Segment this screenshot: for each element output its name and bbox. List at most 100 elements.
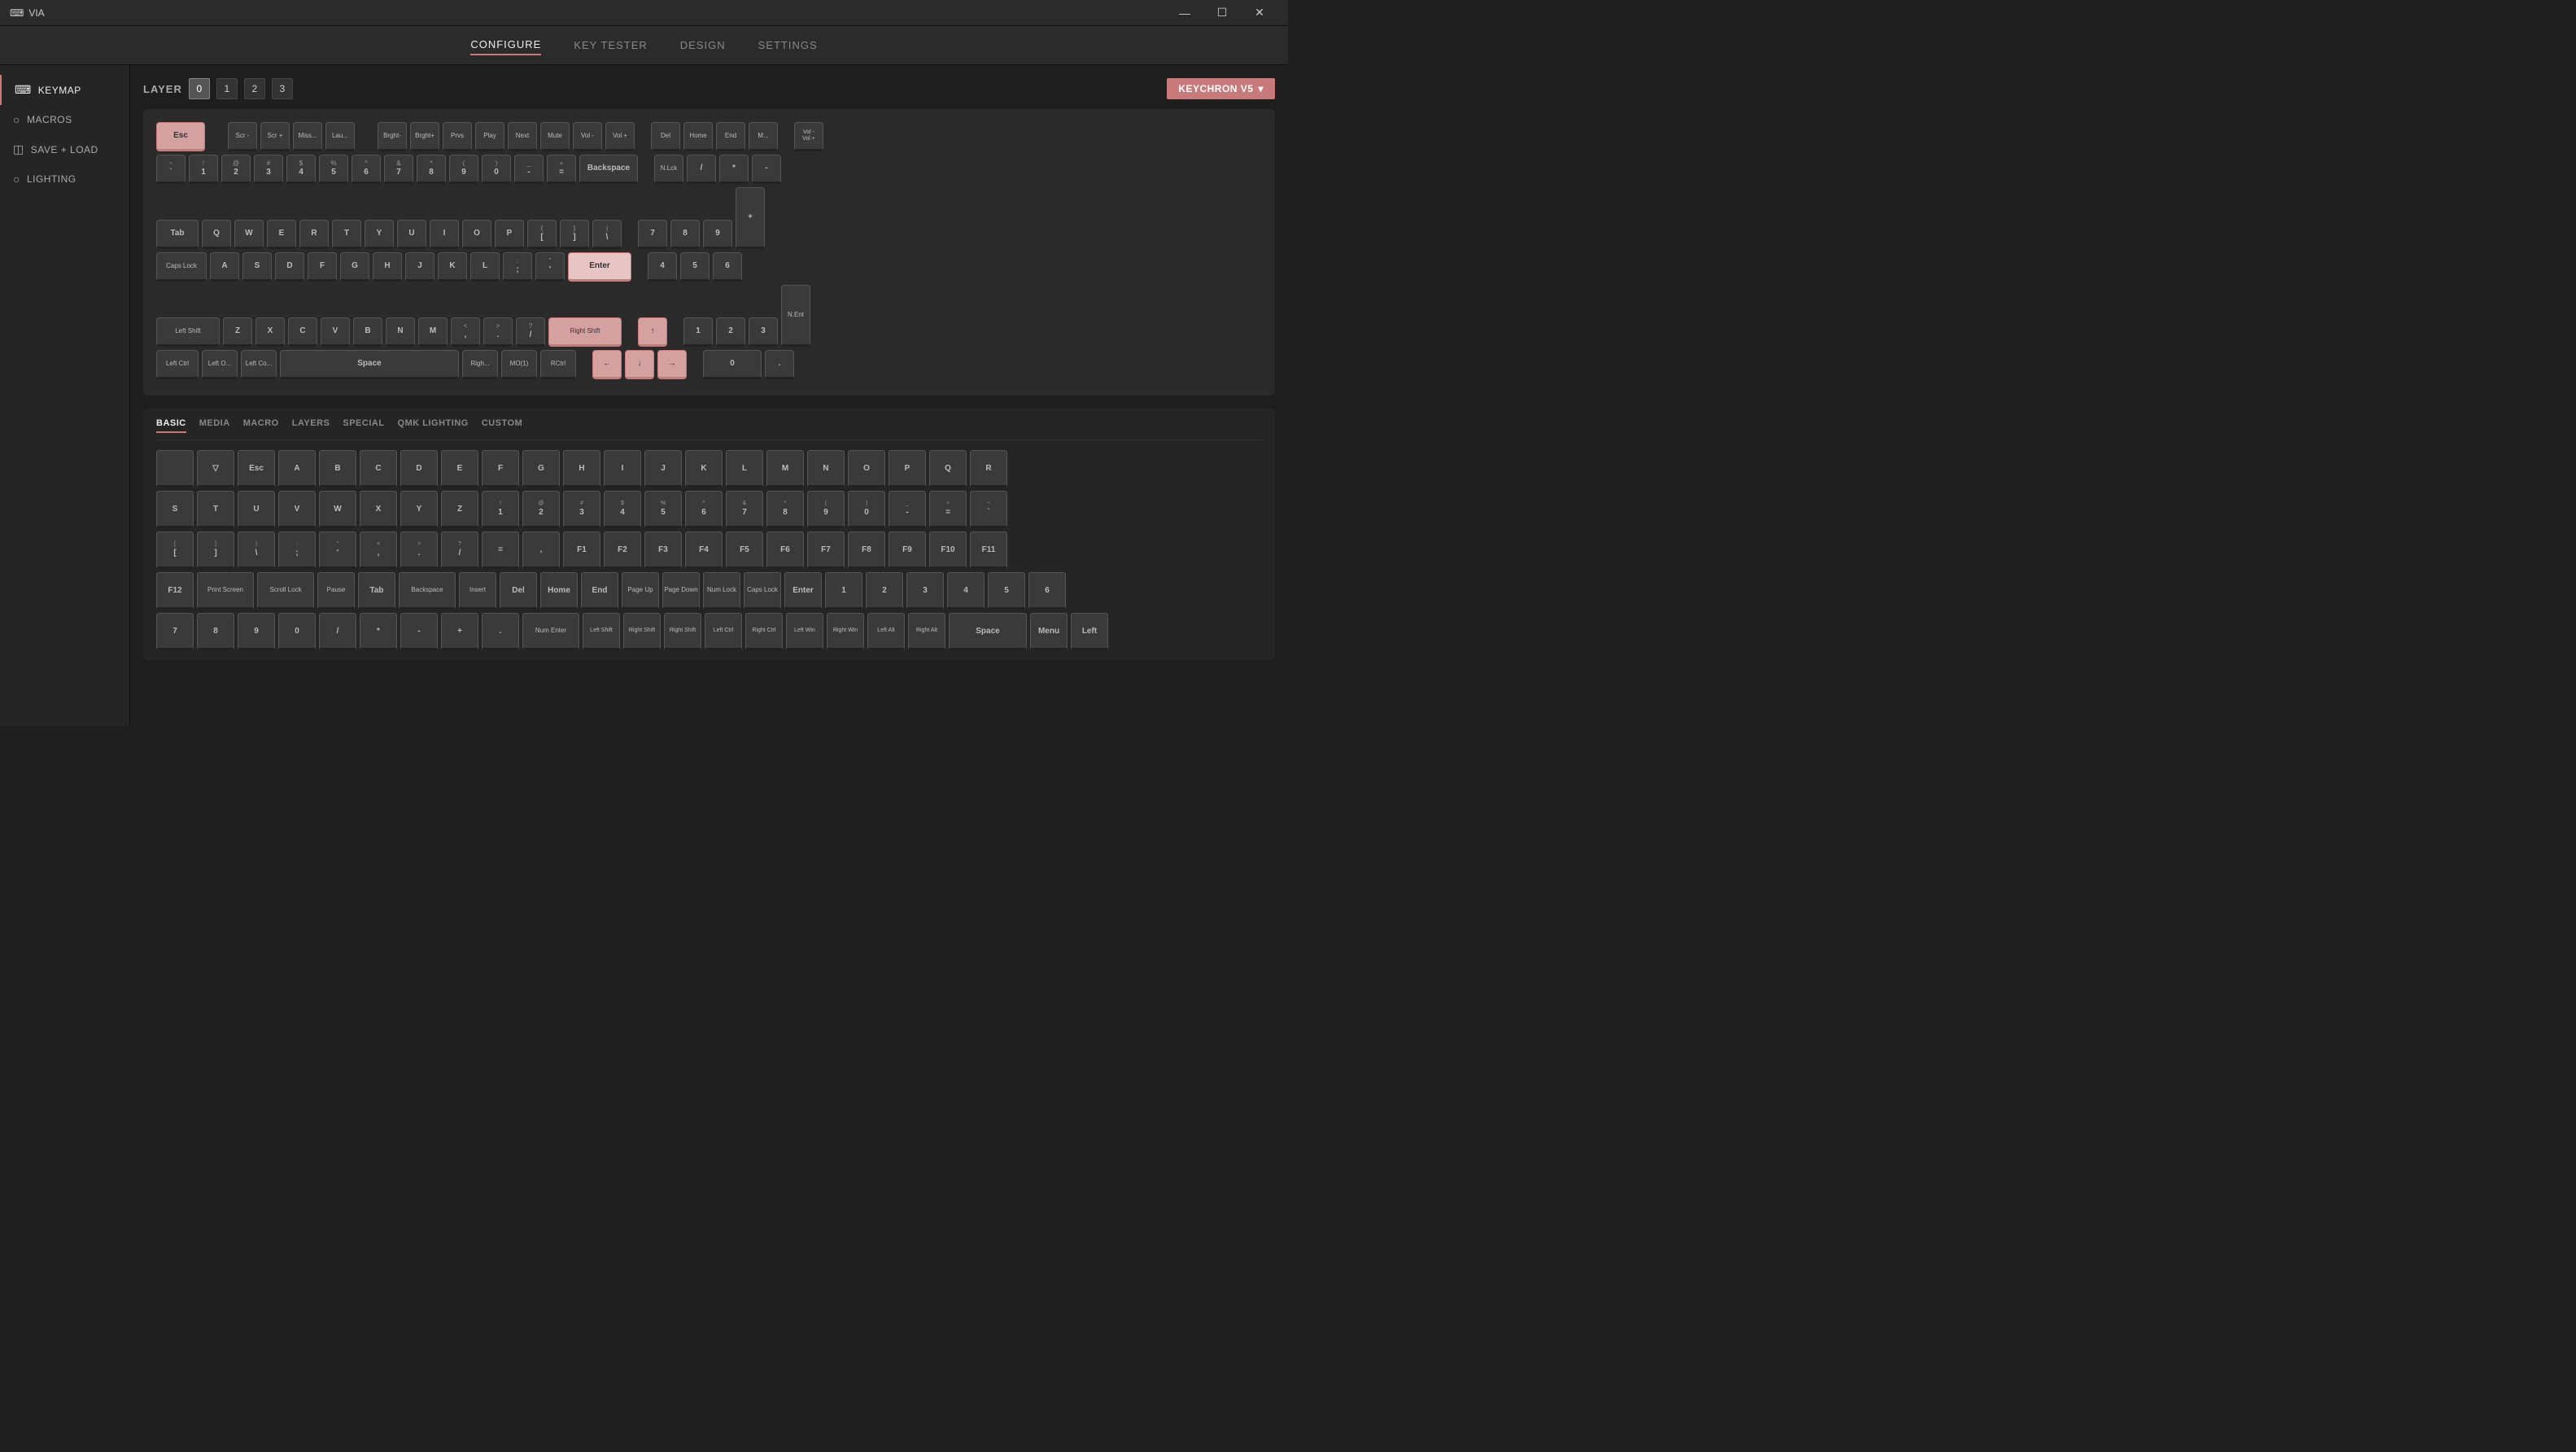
picker-key-space[interactable]: Space	[949, 613, 1027, 650]
picker-key-w[interactable]: W	[319, 491, 356, 528]
picker-key-caps-lock[interactable]: Caps Lock	[744, 572, 781, 610]
key-l[interactable]: L	[470, 252, 500, 282]
maximize-button[interactable]: ☐	[1203, 0, 1241, 26]
picker-key-i[interactable]: I	[604, 450, 641, 488]
picker-key-equal[interactable]: +=	[929, 491, 967, 528]
nav-design[interactable]: DESIGN	[680, 36, 726, 55]
picker-key-left-shift[interactable]: Left Shift	[583, 613, 620, 650]
key-t[interactable]: T	[332, 220, 361, 249]
picker-key-0[interactable]: )0	[848, 491, 885, 528]
picker-key-esc[interactable]: Esc	[238, 450, 275, 488]
key-del-fn[interactable]: Del	[651, 122, 680, 151]
key-left-ctrl[interactable]: Left Ctrl	[156, 350, 199, 379]
key-rbracket[interactable]: }]	[560, 220, 589, 249]
picker-nav-layers[interactable]: LAYERS	[292, 418, 330, 433]
picker-key-8[interactable]: *8	[766, 491, 804, 528]
key-np-minus[interactable]: -	[752, 155, 781, 184]
key-scr-minus[interactable]: Scr -	[228, 122, 257, 151]
key-scr-plus[interactable]: Scr +	[260, 122, 290, 151]
picker-key-p[interactable]: P	[889, 450, 926, 488]
picker-nav-qmk-lighting[interactable]: QMK LIGHTING	[398, 418, 469, 433]
key-equal[interactable]: +=	[547, 155, 576, 184]
key-f[interactable]: F	[308, 252, 337, 282]
key-brght-plus[interactable]: Brght+	[410, 122, 439, 151]
key-0[interactable]: )0	[482, 155, 511, 184]
picker-key-1[interactable]: !1	[482, 491, 519, 528]
sidebar-item-save-load[interactable]: ◫ SAVE + LOAD	[0, 134, 129, 164]
picker-key-n9[interactable]: 9	[238, 613, 275, 650]
sidebar-item-keymap[interactable]: ⌨ KEYMAP	[0, 75, 129, 105]
picker-key-u[interactable]: U	[238, 491, 275, 528]
key-x[interactable]: X	[255, 317, 285, 347]
picker-key-right-ctrl[interactable]: Right Ctrl	[745, 613, 783, 650]
picker-key-enter[interactable]: Enter	[784, 572, 822, 610]
key-minus[interactable]: _-	[514, 155, 544, 184]
layer-btn-3[interactable]: 3	[272, 78, 293, 99]
picker-key-f6[interactable]: F6	[766, 531, 804, 569]
key-d[interactable]: D	[275, 252, 304, 282]
picker-key-3[interactable]: #3	[563, 491, 600, 528]
key-np6[interactable]: 6	[713, 252, 742, 282]
key-period[interactable]: >.	[483, 317, 513, 347]
picker-key-h[interactable]: H	[563, 450, 600, 488]
key-left-os[interactable]: Left O...	[202, 350, 238, 379]
key-vol-plus[interactable]: Vol +	[605, 122, 635, 151]
key-miss[interactable]: Miss...	[293, 122, 322, 151]
key-np2[interactable]: 2	[716, 317, 745, 347]
picker-key-s[interactable]: S	[156, 491, 194, 528]
key-down-arrow[interactable]: ↓	[625, 350, 654, 379]
key-a[interactable]: A	[210, 252, 239, 282]
key-brght-minus[interactable]: Brght-	[378, 122, 407, 151]
key-play[interactable]: Play	[475, 122, 504, 151]
picker-key-f4[interactable]: F4	[685, 531, 723, 569]
key-np-period[interactable]: .	[765, 350, 794, 379]
picker-key-7[interactable]: &7	[726, 491, 763, 528]
sidebar-item-lighting[interactable]: ○ LIGHTING	[0, 164, 129, 194]
key-mo1[interactable]: MO(1)	[501, 350, 537, 379]
key-1[interactable]: !1	[189, 155, 218, 184]
close-button[interactable]: ✕	[1241, 0, 1278, 26]
key-b[interactable]: B	[353, 317, 382, 347]
picker-key-q[interactable]: Q	[929, 450, 967, 488]
key-v[interactable]: V	[321, 317, 350, 347]
key-i[interactable]: I	[430, 220, 459, 249]
nav-key-tester[interactable]: KEY TESTER	[574, 36, 647, 55]
key-8[interactable]: *8	[417, 155, 446, 184]
key-tilde[interactable]: ~`	[156, 155, 186, 184]
picker-key-f7[interactable]: F7	[807, 531, 845, 569]
picker-key-f5[interactable]: F5	[726, 531, 763, 569]
key-np0[interactable]: 0	[703, 350, 762, 379]
picker-key-num-lock[interactable]: Num Lock	[703, 572, 740, 610]
key-q[interactable]: Q	[202, 220, 231, 249]
key-o[interactable]: O	[462, 220, 491, 249]
picker-key-v[interactable]: V	[278, 491, 316, 528]
key-up-arrow[interactable]: ↑	[638, 317, 667, 347]
picker-key-home[interactable]: Home	[540, 572, 578, 610]
key-tab[interactable]: Tab	[156, 220, 199, 249]
key-backspace[interactable]: Backspace	[579, 155, 638, 184]
picker-key-f11[interactable]: F11	[970, 531, 1007, 569]
key-z[interactable]: Z	[223, 317, 252, 347]
picker-key-b[interactable]: B	[319, 450, 356, 488]
key-c[interactable]: C	[288, 317, 317, 347]
picker-key-period[interactable]: >.	[400, 531, 438, 569]
picker-key-c[interactable]: C	[360, 450, 397, 488]
key-2[interactable]: @2	[221, 155, 251, 184]
key-slash[interactable]: ?/	[516, 317, 545, 347]
picker-key-trns[interactable]: ▽	[197, 450, 234, 488]
picker-key-np-star[interactable]: *	[360, 613, 397, 650]
key-np4[interactable]: 4	[648, 252, 677, 282]
picker-key-f9[interactable]: F9	[889, 531, 926, 569]
picker-key-2[interactable]: @2	[522, 491, 560, 528]
picker-key-n2[interactable]: 2	[866, 572, 903, 610]
picker-key-comma[interactable]: <,	[360, 531, 397, 569]
picker-key-6[interactable]: ^6	[685, 491, 723, 528]
key-backslash[interactable]: |\	[592, 220, 622, 249]
layer-btn-2[interactable]: 2	[244, 78, 265, 99]
picker-key-z[interactable]: Z	[441, 491, 478, 528]
picker-key-scroll-lock[interactable]: Scroll Lock	[257, 572, 314, 610]
nav-configure[interactable]: CONFIGURE	[470, 35, 541, 55]
picker-key-left-win[interactable]: Left Win	[786, 613, 823, 650]
picker-key-rbracket[interactable]: ]]	[197, 531, 234, 569]
key-lau[interactable]: Lau...	[325, 122, 355, 151]
